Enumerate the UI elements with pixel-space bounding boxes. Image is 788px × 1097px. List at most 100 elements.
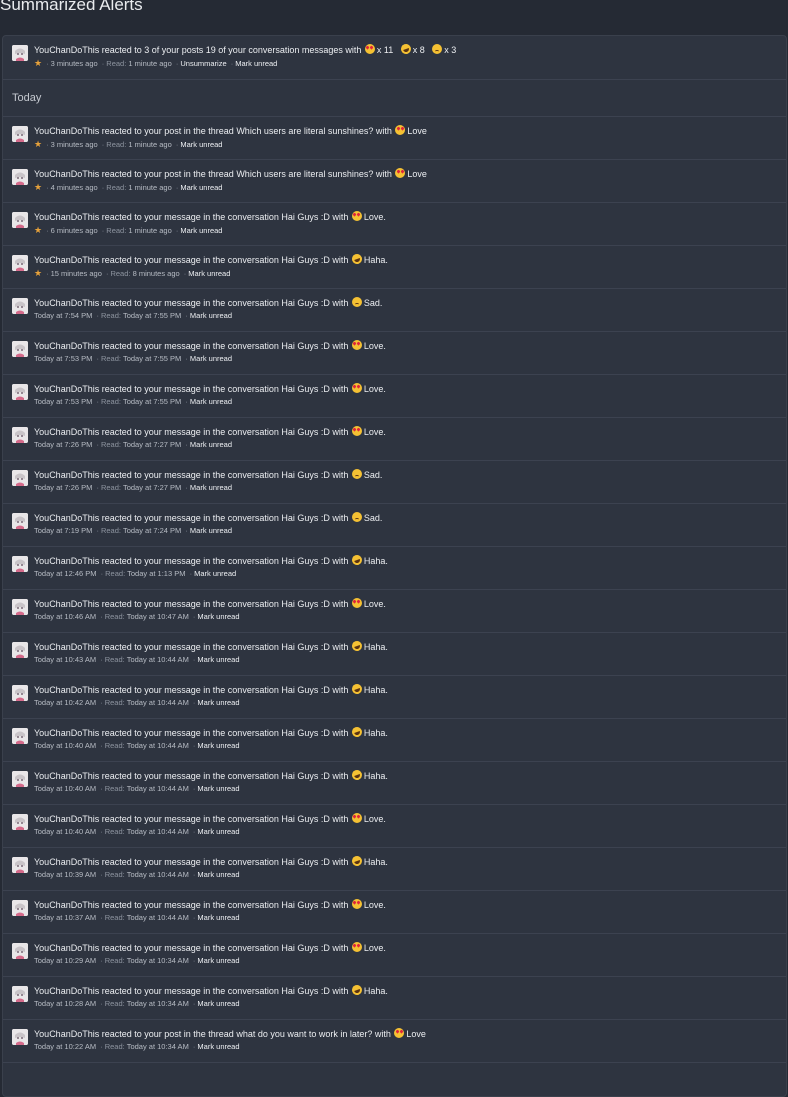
list-item[interactable]: YouChanDoThis reacted to your message in… [3,676,786,719]
list-item[interactable]: YouChanDoThis reacted to your message in… [3,719,786,762]
list-item[interactable]: YouChanDoThis reacted to your message in… [3,332,786,375]
mark-unread-link[interactable]: Mark unread [197,784,239,793]
mark-unread-link[interactable]: Mark unread [197,655,239,664]
user-link[interactable]: YouChanDoThis [34,728,99,738]
mark-unread-link[interactable]: Mark unread [194,569,236,578]
list-item[interactable]: YouChanDoThis reacted to your message in… [3,633,786,676]
user-link[interactable]: YouChanDoThis [34,126,99,136]
avatar[interactable] [12,599,28,615]
list-item[interactable]: YouChanDoThis reacted to your message in… [3,805,786,848]
mark-unread-link[interactable]: Mark unread [197,698,239,707]
list-item[interactable]: YouChanDoThis reacted to your post in th… [3,1020,786,1063]
mark-unread-link[interactable]: Mark unread [188,269,230,278]
avatar[interactable] [12,685,28,701]
avatar[interactable] [12,298,28,314]
list-item[interactable]: YouChanDoThis reacted to your message in… [3,289,786,332]
mark-unread-link[interactable]: Mark unread [180,183,222,192]
avatar[interactable] [12,728,28,744]
mark-unread-link[interactable]: Mark unread [197,827,239,836]
user-link[interactable]: YouChanDoThis [34,427,99,437]
mark-unread-link[interactable]: Mark unread [180,226,222,235]
mark-unread-link[interactable]: Mark unread [197,870,239,879]
list-item[interactable]: YouChanDoThis reacted to your message in… [3,762,786,805]
avatar[interactable] [12,384,28,400]
user-link[interactable]: YouChanDoThis [34,900,99,910]
list-item[interactable]: YouChanDoThis reacted to your message in… [3,461,786,504]
avatar[interactable] [12,427,28,443]
avatar-image [12,642,28,658]
user-link[interactable]: YouChanDoThis [34,470,99,480]
avatar[interactable] [12,986,28,1002]
list-item[interactable]: YouChanDoThis reacted to your message in… [3,547,786,590]
list-item[interactable]: YouChanDoThis reacted to your post in th… [3,160,786,203]
avatar[interactable] [12,169,28,185]
mark-unread-link[interactable]: Mark unread [190,311,232,320]
mark-unread-link[interactable]: Mark unread [235,59,277,68]
list-item[interactable]: YouChanDoThis reacted to your message in… [3,891,786,934]
avatar[interactable] [12,255,28,271]
mark-unread-link[interactable]: Mark unread [197,741,239,750]
unsummarize-link[interactable]: Unsummarize [180,59,226,68]
avatar[interactable] [12,814,28,830]
list-item[interactable]: YouChanDoThis reacted to your message in… [3,418,786,461]
user-link[interactable]: YouChanDoThis [34,857,99,867]
user-link[interactable]: YouChanDoThis [34,1029,99,1039]
user-link[interactable]: YouChanDoThis [34,212,99,222]
avatar-image [12,1029,28,1045]
user-link[interactable]: YouChanDoThis [34,298,99,308]
avatar[interactable] [12,470,28,486]
user-link[interactable]: YouChanDoThis [34,45,99,55]
avatar[interactable] [12,771,28,787]
mark-unread-link[interactable]: Mark unread [190,526,232,535]
star-icon[interactable]: ★ [34,58,42,68]
user-link[interactable]: YouChanDoThis [34,255,99,265]
avatar[interactable] [12,1029,28,1045]
user-link[interactable]: YouChanDoThis [34,556,99,566]
user-link[interactable]: YouChanDoThis [34,341,99,351]
avatar[interactable] [12,513,28,529]
avatar[interactable] [12,212,28,228]
mark-unread-link[interactable]: Mark unread [180,140,222,149]
avatar[interactable] [12,943,28,959]
list-item[interactable]: YouChanDoThis reacted to your message in… [3,246,786,289]
mark-unread-link[interactable]: Mark unread [197,913,239,922]
star-icon[interactable]: ★ [34,139,42,149]
user-link[interactable]: YouChanDoThis [34,685,99,695]
avatar[interactable] [12,126,28,142]
avatar[interactable] [12,341,28,357]
list-item[interactable]: YouChanDoThis reacted to your post in th… [3,117,786,160]
user-link[interactable]: YouChanDoThis [34,771,99,781]
mark-unread-link[interactable]: Mark unread [197,1042,239,1051]
user-link[interactable]: YouChanDoThis [34,599,99,609]
mark-unread-link[interactable]: Mark unread [190,397,232,406]
summary-alert[interactable]: YouChanDoThis reacted to 3 of your posts… [3,36,786,80]
user-link[interactable]: YouChanDoThis [34,943,99,953]
list-item[interactable]: YouChanDoThis reacted to your message in… [3,203,786,246]
user-link[interactable]: YouChanDoThis [34,986,99,996]
mark-unread-link[interactable]: Mark unread [197,999,239,1008]
list-item[interactable]: YouChanDoThis reacted to your message in… [3,848,786,891]
avatar[interactable] [12,556,28,572]
user-link[interactable]: YouChanDoThis [34,169,99,179]
avatar[interactable] [12,642,28,658]
star-icon[interactable]: ★ [34,182,42,192]
list-item[interactable]: YouChanDoThis reacted to your message in… [3,977,786,1020]
avatar[interactable] [12,45,28,61]
list-item[interactable]: YouChanDoThis reacted to your message in… [3,590,786,633]
star-icon[interactable]: ★ [34,225,42,235]
user-link[interactable]: YouChanDoThis [34,513,99,523]
star-icon[interactable]: ★ [34,268,42,278]
list-item[interactable]: YouChanDoThis reacted to your message in… [3,934,786,977]
list-item[interactable]: YouChanDoThis reacted to your message in… [3,375,786,418]
mark-unread-link[interactable]: Mark unread [190,440,232,449]
avatar[interactable] [12,857,28,873]
avatar[interactable] [12,900,28,916]
mark-unread-link[interactable]: Mark unread [197,612,239,621]
mark-unread-link[interactable]: Mark unread [190,354,232,363]
user-link[interactable]: YouChanDoThis [34,384,99,394]
mark-unread-link[interactable]: Mark unread [190,483,232,492]
mark-unread-link[interactable]: Mark unread [197,956,239,965]
user-link[interactable]: YouChanDoThis [34,642,99,652]
list-item[interactable]: YouChanDoThis reacted to your message in… [3,504,786,547]
user-link[interactable]: YouChanDoThis [34,814,99,824]
